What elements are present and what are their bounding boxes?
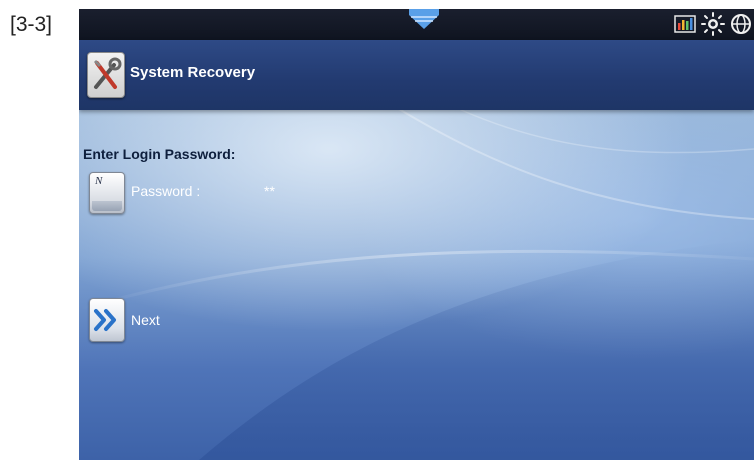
double-chevron-right-icon bbox=[94, 309, 116, 331]
signal-bars-icon[interactable] bbox=[672, 11, 698, 37]
figure-label: [3-3] bbox=[10, 13, 53, 36]
app-title: System Recovery bbox=[130, 64, 256, 81]
next-label[interactable]: Next bbox=[131, 312, 160, 328]
device-screen: System Recovery Enter Login Password: N … bbox=[79, 9, 754, 460]
status-icons bbox=[670, 11, 754, 37]
title-bar: System Recovery bbox=[79, 40, 754, 110]
tools-icon bbox=[87, 52, 125, 98]
brightness-icon[interactable] bbox=[700, 11, 726, 37]
password-key-letter: N bbox=[95, 175, 103, 187]
password-label: Password : bbox=[131, 183, 201, 199]
key-bar bbox=[92, 201, 122, 211]
globe-icon[interactable] bbox=[728, 11, 754, 37]
next-button[interactable] bbox=[89, 298, 125, 342]
status-bar bbox=[79, 9, 754, 40]
password-field[interactable]: ** bbox=[264, 183, 275, 199]
password-key-button[interactable]: N bbox=[89, 172, 125, 214]
pull-down-tab-icon[interactable] bbox=[409, 9, 439, 31]
login-heading: Enter Login Password: bbox=[83, 146, 236, 162]
